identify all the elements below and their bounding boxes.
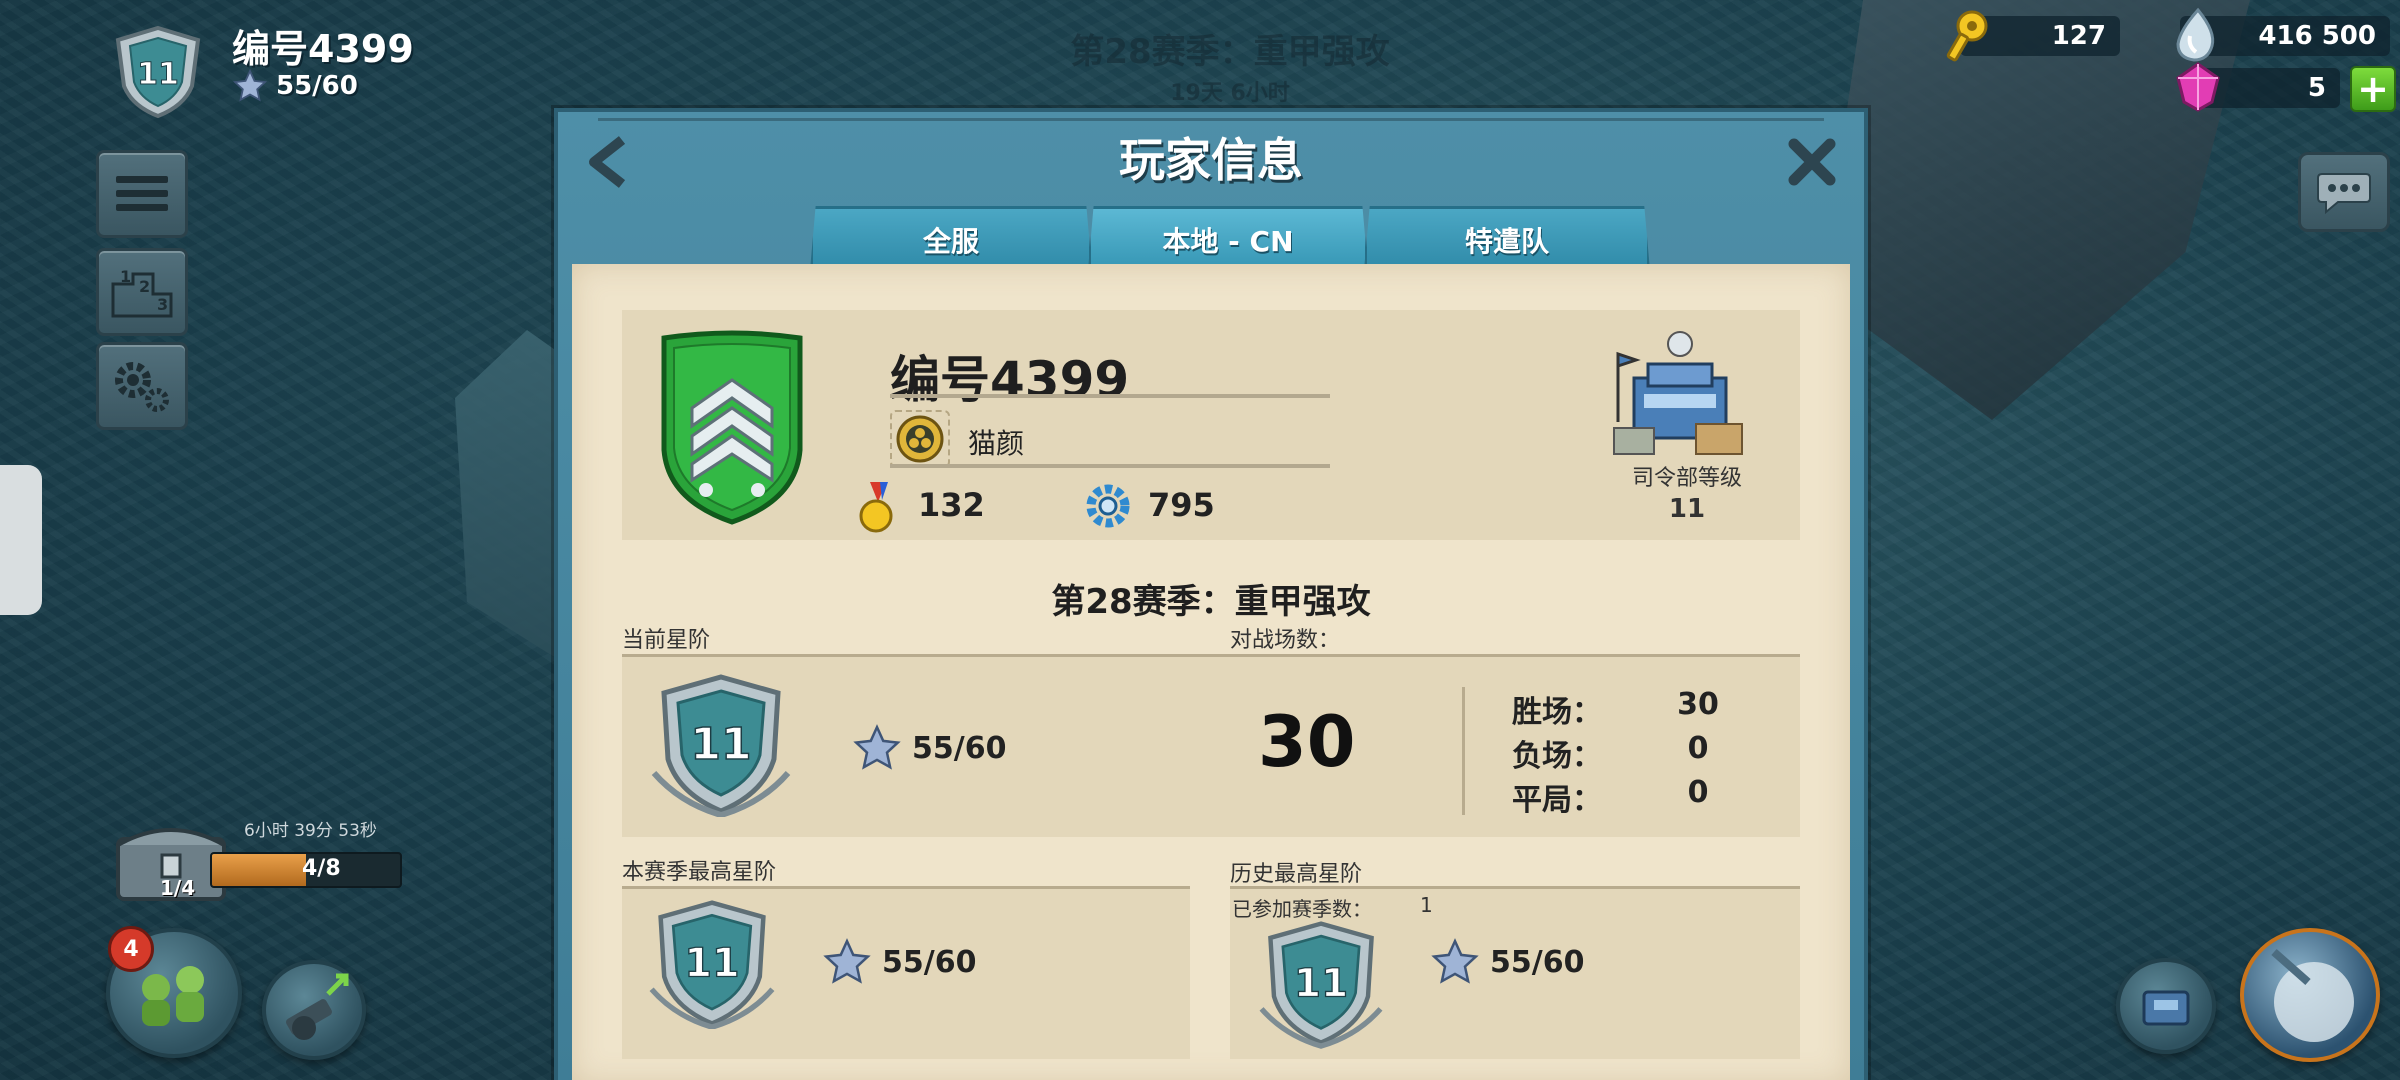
side-drawer-handle[interactable] bbox=[0, 465, 42, 615]
battles-label: 对战场数： bbox=[1230, 628, 1341, 653]
seasons-played-value: 1 bbox=[1420, 893, 1433, 917]
svg-text:2: 2 bbox=[139, 277, 150, 296]
draws-value: 0 bbox=[1687, 775, 1709, 810]
dialog-top-rule bbox=[598, 118, 1824, 121]
leaderboard-icon: 1 2 3 bbox=[111, 267, 173, 318]
seasons-played-label: 已参加赛季数： bbox=[1232, 897, 1372, 921]
medals-count: 132 bbox=[918, 486, 985, 524]
player-info-dialog: 玩家信息 全服 本地 - CN 特遣队 编号4399 猫颜 132 795 司令… bbox=[554, 108, 1868, 1080]
profile-panel: 编号4399 猫颜 132 795 司令部等级 11 bbox=[622, 310, 1800, 540]
season-best-label: 本赛季最高星阶 bbox=[622, 860, 777, 885]
star-icon bbox=[853, 724, 901, 770]
star-icon bbox=[1431, 938, 1479, 984]
all-time-best-rank-badge: 11 bbox=[1259, 921, 1383, 1049]
draws-label: 平局： bbox=[1512, 783, 1602, 818]
svg-text:3: 3 bbox=[157, 295, 168, 314]
add-gems-button[interactable]: + bbox=[2350, 66, 2396, 112]
tab-local-cn[interactable]: 本地 - CN bbox=[1088, 206, 1368, 270]
background-season-title: 第28赛季：重甲强攻 bbox=[1070, 32, 1390, 72]
all-time-best-stars: 55/60 bbox=[1430, 937, 1584, 987]
current-rank-label: 当前星阶 bbox=[622, 628, 711, 653]
key-icon bbox=[1946, 10, 1988, 62]
radar-button[interactable] bbox=[2240, 928, 2380, 1062]
current-stars: 55/60 bbox=[852, 723, 1006, 773]
oil-value: 416 500 bbox=[2258, 21, 2376, 51]
gear-icon bbox=[115, 362, 169, 412]
season-best-rank-badge: 11 bbox=[649, 900, 775, 1029]
close-icon[interactable] bbox=[1784, 134, 1840, 190]
dialog-title: 玩家信息 bbox=[1119, 133, 1303, 187]
season-best-rank-level: 11 bbox=[684, 941, 739, 987]
oil-drop-icon bbox=[2176, 7, 2215, 62]
gem-icon bbox=[2176, 62, 2220, 112]
background-season-timer: 19天 6小时 bbox=[1170, 81, 1290, 106]
profile-player-name: 编号4399 bbox=[890, 351, 1130, 409]
headquarters-icon bbox=[1613, 331, 1743, 455]
hq-level-value: 11 bbox=[1668, 494, 1706, 524]
leaderboard-button[interactable]: 1 2 3 bbox=[96, 248, 188, 336]
current-rank-badge: 11 bbox=[651, 674, 791, 817]
gems-value: 5 bbox=[2307, 73, 2326, 103]
weapons-button[interactable] bbox=[262, 960, 366, 1060]
chest-progress-bar: 4/8 bbox=[210, 852, 402, 888]
all-time-best-stars-value: 55/60 bbox=[1490, 944, 1585, 980]
name-underline bbox=[890, 394, 1330, 398]
tab-task-force[interactable]: 特遣队 bbox=[1364, 206, 1650, 270]
plus-icon: + bbox=[2357, 67, 2389, 111]
all-time-best-panel: 已参加赛季数： 1 11 55/60 bbox=[1230, 889, 1800, 1059]
chat-button[interactable] bbox=[2298, 152, 2390, 232]
all-time-best-label: 历史最高星阶 bbox=[1230, 862, 1363, 887]
season-best-stars-value: 55/60 bbox=[882, 944, 977, 980]
dialog-content: 编号4399 猫颜 132 795 司令部等级 11 第28赛季：重甲强攻 当前… bbox=[572, 264, 1850, 1080]
gear-parts-icon bbox=[1086, 484, 1130, 528]
gears-count: 795 bbox=[1148, 486, 1215, 524]
guild-emblem[interactable] bbox=[890, 410, 950, 468]
tab-global[interactable]: 全服 bbox=[810, 206, 1092, 270]
cannon-icon bbox=[286, 973, 349, 1040]
wins-label: 胜场： bbox=[1512, 695, 1602, 730]
background-season-banner: 第28赛季：重甲强攻 19天 6小时 bbox=[1050, 24, 1410, 107]
guild-underline bbox=[890, 464, 1330, 468]
all-time-best-rank-level: 11 bbox=[1294, 961, 1348, 1006]
hq-building-icon bbox=[2142, 990, 2190, 1026]
hud-stars-value: 55/60 bbox=[276, 71, 358, 101]
losses-value: 0 bbox=[1687, 731, 1709, 766]
settings-button[interactable] bbox=[96, 342, 188, 430]
chest-timer: 6小时 39分 53秒 bbox=[244, 821, 377, 841]
star-icon bbox=[232, 68, 268, 102]
hud-rank-badge[interactable]: 11 bbox=[112, 24, 204, 120]
hq-level-label: 司令部等级 bbox=[1631, 466, 1742, 491]
season-best-panel: 11 55/60 bbox=[622, 889, 1190, 1059]
current-rank-level: 11 bbox=[690, 719, 751, 770]
star-icon bbox=[823, 938, 871, 984]
hud-rank-level: 11 bbox=[137, 57, 179, 92]
notification-badge: 4 bbox=[108, 926, 154, 972]
stats-divider bbox=[1462, 687, 1465, 815]
wins-value: 30 bbox=[1677, 687, 1719, 722]
chest-count: 1/4 bbox=[160, 876, 196, 900]
chest-progress-text: 4/8 bbox=[302, 856, 341, 881]
menu-button[interactable] bbox=[96, 150, 188, 238]
current-rank-panel: 11 55/60 30 胜场： 30 负场： 0 平局： 0 bbox=[622, 657, 1800, 837]
season-best-stars: 55/60 bbox=[822, 937, 976, 987]
rank-insignia-icon bbox=[661, 330, 803, 525]
keys-value: 127 bbox=[2051, 21, 2106, 51]
hud-player-name: 编号4399 bbox=[232, 27, 414, 71]
hud-stars: 55/60 bbox=[232, 68, 358, 104]
svg-text:1: 1 bbox=[120, 267, 131, 286]
radar-icon bbox=[2271, 949, 2354, 1042]
chest-progress-fill bbox=[212, 854, 306, 886]
chat-icon bbox=[2317, 173, 2371, 214]
hq-shortcut-button[interactable] bbox=[2116, 958, 2216, 1054]
medal-icon bbox=[859, 482, 893, 533]
season-title: 第28赛季：重甲强攻 bbox=[1051, 582, 1371, 622]
battles-total: 30 bbox=[1258, 701, 1356, 783]
hamburger-icon bbox=[116, 176, 168, 211]
current-stars-value: 55/60 bbox=[912, 730, 1007, 766]
guild-name[interactable]: 猫颜 bbox=[968, 422, 1024, 462]
guild-emblem-icon bbox=[896, 415, 944, 463]
losses-label: 负场： bbox=[1512, 739, 1602, 774]
